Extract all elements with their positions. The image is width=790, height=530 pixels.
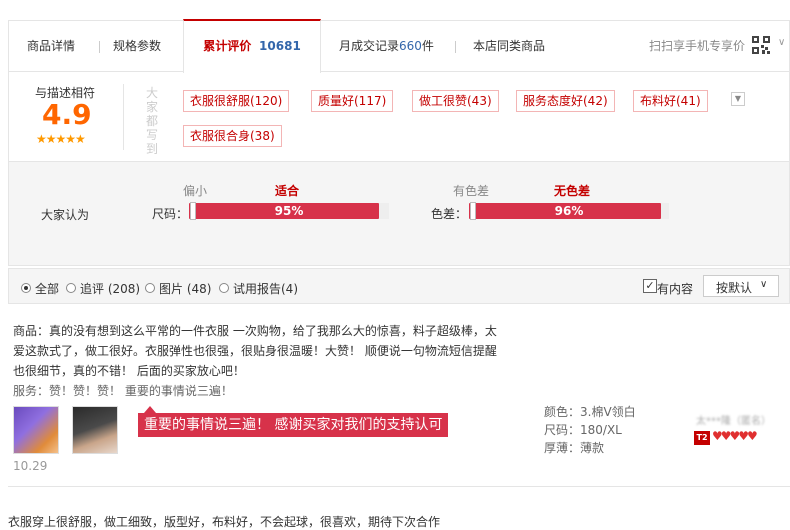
seller-reply-bubble: 重要的事情说三遍！ 感谢买家对我们的支持认可 — [138, 413, 449, 437]
filter-trial-radio[interactable] — [219, 283, 229, 293]
review-photo-thumbnail[interactable] — [72, 406, 118, 454]
review-count: 10681 — [259, 39, 301, 53]
tab-label: 月成交记录 — [339, 39, 400, 53]
review-content: 商品：真的没有想到这么平常的一件衣服 一次购物，给了我那么大的惊喜，料子超级棒，… — [13, 321, 503, 401]
review-line: 爱这款式了，做工很好。衣服弹性也很强，很贴身很温暖！大赞！ 顺便说一句物流短信提… — [13, 344, 497, 358]
tag-label: 做工很赞(43) — [419, 94, 492, 108]
color-left-label: 有色差 — [453, 184, 490, 198]
mobile-price-link[interactable]: 扫扫享手机专享价 — [649, 21, 745, 71]
tab-product-details[interactable]: 商品详情 — [27, 21, 75, 71]
review-tag[interactable]: 布料好(41) — [633, 90, 708, 112]
has-content-checkbox[interactable]: ✓ — [643, 279, 657, 293]
tag-label: 质量好(117) — [318, 94, 387, 108]
review-divider — [8, 486, 790, 487]
size-left-label: 偏小 — [183, 184, 208, 198]
filter-followup-label[interactable]: 追评 (208) — [80, 280, 140, 297]
filter-all-radio[interactable] — [21, 283, 31, 293]
purchase-specs: 颜色：3.棉V领白 尺码：180/XL 厚薄：薄款 — [544, 403, 636, 457]
spec-thickness: 厚薄：薄款 — [544, 441, 605, 455]
tab-label: 商品详情 — [27, 39, 76, 53]
review-tag[interactable]: 服务态度好(42) — [516, 90, 615, 112]
review-line: 商品：真的没有想到这么平常的一件衣服 一次购物，给了我那么大的惊喜，料子超级棒，… — [13, 324, 497, 338]
filter-all-label[interactable]: 全部 — [35, 280, 59, 297]
tag-label: 服务态度好(42) — [523, 94, 608, 108]
color-percent: 96% — [554, 204, 584, 218]
review-filter-bar: 全部 追评 (208) 图片 (48) 试用报告(4) ✓ 有内容 按默认 ∨ — [8, 268, 790, 304]
size-row-label: 尺码： — [152, 207, 189, 221]
color-row-label: 色差： — [431, 207, 468, 221]
filter-images-label[interactable]: 图片 (48) — [159, 280, 211, 297]
tab-label: 规格参数 — [113, 39, 162, 53]
expand-tags-icon[interactable]: ▼ — [731, 92, 745, 106]
tab-bar: 商品详情 规格参数 累计评价 10681 月成交记录660件 本店同类商品 扫扫… — [8, 19, 790, 73]
tab-specifications[interactable]: 规格参数 — [113, 21, 161, 71]
fit-label: 大家认为 — [41, 208, 90, 222]
filter-images-radio[interactable] — [145, 283, 155, 293]
size-center-label: 适合 — [275, 184, 300, 198]
color-center-label: 无色差 — [554, 184, 591, 198]
filter-followup-radio[interactable] — [66, 283, 76, 293]
review-content: 衣服穿上很舒服，做工细致，版型好，布料好，不会起球，很喜欢，期待下次合作 — [8, 515, 441, 529]
sort-select[interactable]: 按默认 ∨ — [703, 275, 779, 297]
review-date: 10.29 — [13, 459, 48, 473]
tab-divider — [99, 41, 100, 53]
star-rating: ★★★★★ — [36, 132, 86, 146]
review-tag[interactable]: 质量好(117) — [311, 90, 394, 112]
chevron-down-icon[interactable]: ∨ — [778, 37, 785, 48]
fit-summary: 大家认为 偏小 适合 尺码： 95% 有色差 无色差 色差： 96% — [8, 162, 790, 266]
tab-divider — [455, 41, 456, 53]
qr-code-icon[interactable] — [752, 36, 770, 54]
tag-label: 衣服很舒服(120) — [190, 94, 283, 108]
tab-reviews[interactable]: 累计评价 10681 — [183, 19, 321, 73]
tag-label: 衣服很合身(38) — [190, 129, 275, 143]
review-tag[interactable]: 衣服很舒服(120) — [183, 90, 290, 112]
sort-label: 按默认 — [716, 281, 753, 295]
review-tag[interactable]: 衣服很合身(38) — [183, 125, 282, 147]
sales-suffix: 件 — [421, 39, 434, 53]
spec-color: 颜色：3.棉V领白 — [544, 405, 636, 419]
mobile-price-label: 扫扫享手机专享价 — [649, 39, 746, 53]
bubble-arrow — [144, 406, 156, 413]
tags-vertical-label: 大家都写到 — [146, 86, 159, 156]
review-line: 也很细节，真的不错！ 后面的买家放心吧！ — [13, 364, 245, 378]
review-tag[interactable]: 做工很赞(43) — [412, 90, 499, 112]
tag-label: 布料好(41) — [640, 94, 701, 108]
rating-summary: 与描述相符 4.9 ★★★★★ 大家都写到 衣服很舒服(120) 质量好(117… — [8, 72, 790, 162]
tab-similar-products[interactable]: 本店同类商品 — [473, 21, 545, 71]
service-review-line: 服务：赞！赞！赞！ 重要的事情说三遍！ — [13, 384, 233, 398]
tab-label: 本店同类商品 — [473, 39, 546, 53]
tab-monthly-sales[interactable]: 月成交记录660件 — [339, 21, 434, 71]
tab-label: 累计评价 — [203, 39, 252, 53]
divider — [123, 84, 124, 150]
heart-level-icon: ♥♥♥♥♥ — [712, 429, 758, 443]
chevron-down-icon: ∨ — [760, 279, 768, 290]
review-photo-thumbnail[interactable] — [13, 406, 59, 454]
has-content-label: 有内容 — [657, 282, 694, 296]
sales-count: 660 — [399, 39, 422, 53]
reviewer-name: 太***隆（匿名） — [696, 416, 771, 427]
filter-trial-label[interactable]: 试用报告(4) — [233, 280, 298, 297]
size-percent: 95% — [274, 204, 304, 218]
rating-score: 4.9 — [42, 98, 92, 131]
spec-size: 尺码：180/XL — [544, 423, 622, 437]
member-level-badge: T2 — [694, 431, 710, 445]
